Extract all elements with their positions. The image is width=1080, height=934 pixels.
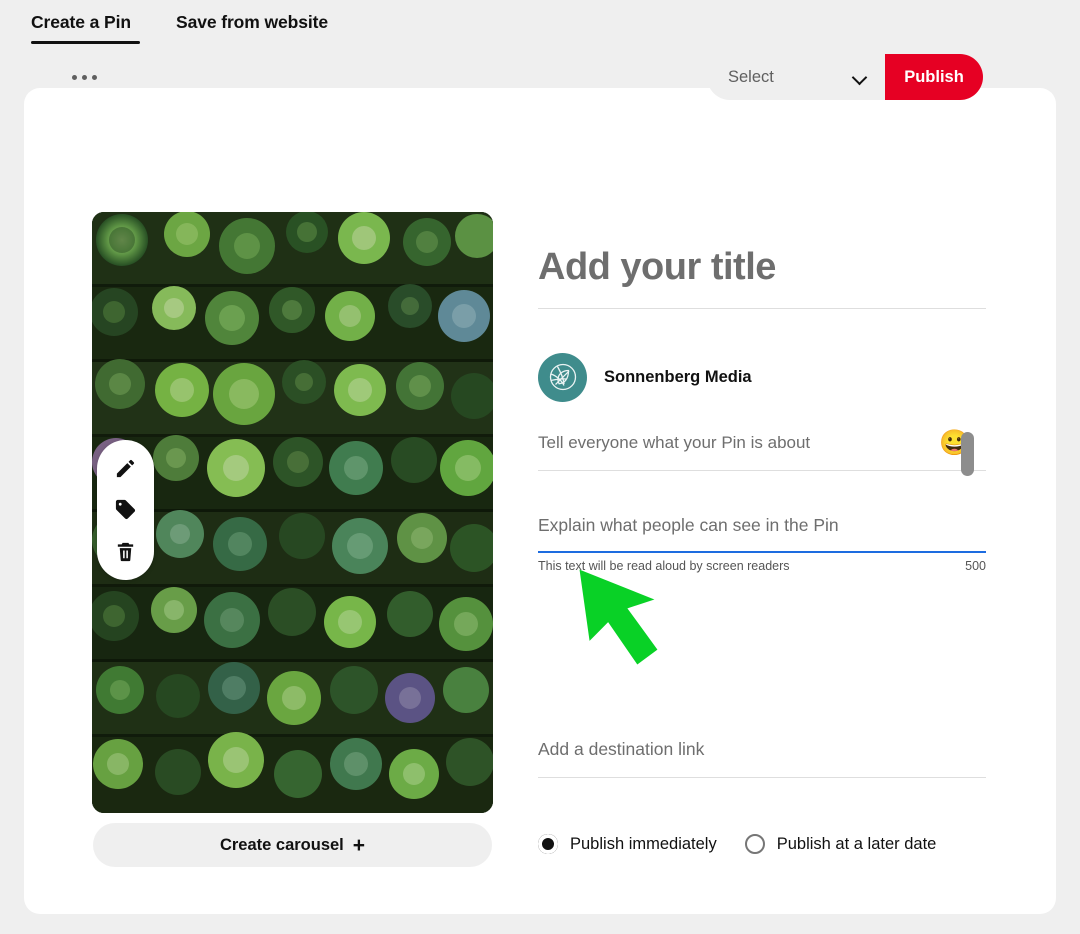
image-tools-panel xyxy=(97,440,154,580)
radio-selected-icon xyxy=(538,834,558,855)
account-row[interactable]: Sonnenberg Media xyxy=(538,352,986,402)
pin-form: Add your title Sonnenberg Media Tell eve… xyxy=(538,245,986,855)
trash-icon[interactable] xyxy=(112,537,140,565)
radio-publish-immediately[interactable]: Publish immediately xyxy=(538,834,717,855)
radio-publish-later[interactable]: Publish at a later date xyxy=(744,834,937,855)
board-select[interactable]: Select xyxy=(707,54,885,100)
edit-pencil-icon[interactable] xyxy=(112,455,140,483)
publish-button[interactable]: Publish xyxy=(885,54,983,100)
alt-text-field[interactable]: Explain what people can see in the Pin T… xyxy=(538,514,986,573)
title-field[interactable]: Add your title xyxy=(538,245,986,309)
title-placeholder: Add your title xyxy=(538,246,776,288)
destination-link-underline xyxy=(538,777,986,779)
destination-link-field[interactable]: Add a destination link xyxy=(538,739,986,779)
create-carousel-button[interactable]: Create carousel + xyxy=(93,823,492,867)
radio-publish-later-label: Publish at a later date xyxy=(776,834,937,853)
schedule-options: Publish immediately Publish at a later d… xyxy=(538,834,986,855)
description-field[interactable]: Tell everyone what your Pin is about 😀 xyxy=(538,429,986,471)
alt-text-counter: 500 xyxy=(965,559,986,574)
description-placeholder: Tell everyone what your Pin is about xyxy=(538,432,811,452)
alt-text-helper-row: This text will be read aloud by screen r… xyxy=(538,559,986,573)
description-underline xyxy=(538,469,986,471)
tab-active-indicator xyxy=(31,41,140,44)
plus-icon: + xyxy=(352,833,366,857)
header-actions: Select Publish xyxy=(707,54,983,100)
kebab-menu-icon[interactable] xyxy=(72,64,116,90)
media-column xyxy=(92,212,493,813)
radio-unselected-icon xyxy=(744,834,765,855)
scrollbar-thumb[interactable] xyxy=(961,432,974,476)
alt-text-helper: This text will be read aloud by screen r… xyxy=(538,559,790,574)
tab-create-a-pin[interactable]: Create a Pin xyxy=(31,12,131,43)
destination-link-placeholder: Add a destination link xyxy=(538,739,705,760)
avatar xyxy=(538,352,587,402)
title-underline xyxy=(538,307,986,309)
account-name: Sonnenberg Media xyxy=(604,367,752,386)
create-carousel-label: Create carousel xyxy=(219,835,344,854)
alt-text-focus-underline xyxy=(538,550,986,554)
tab-save-from-website[interactable]: Save from website xyxy=(176,12,328,43)
tag-icon[interactable] xyxy=(112,496,140,524)
alt-text-placeholder: Explain what people can see in the Pin xyxy=(538,514,839,535)
chevron-down-icon xyxy=(853,70,867,84)
radio-publish-immediately-label: Publish immediately xyxy=(570,834,717,853)
app-root: Create a Pin Save from website Select Pu… xyxy=(0,0,1080,934)
board-select-value: Select xyxy=(728,67,774,86)
